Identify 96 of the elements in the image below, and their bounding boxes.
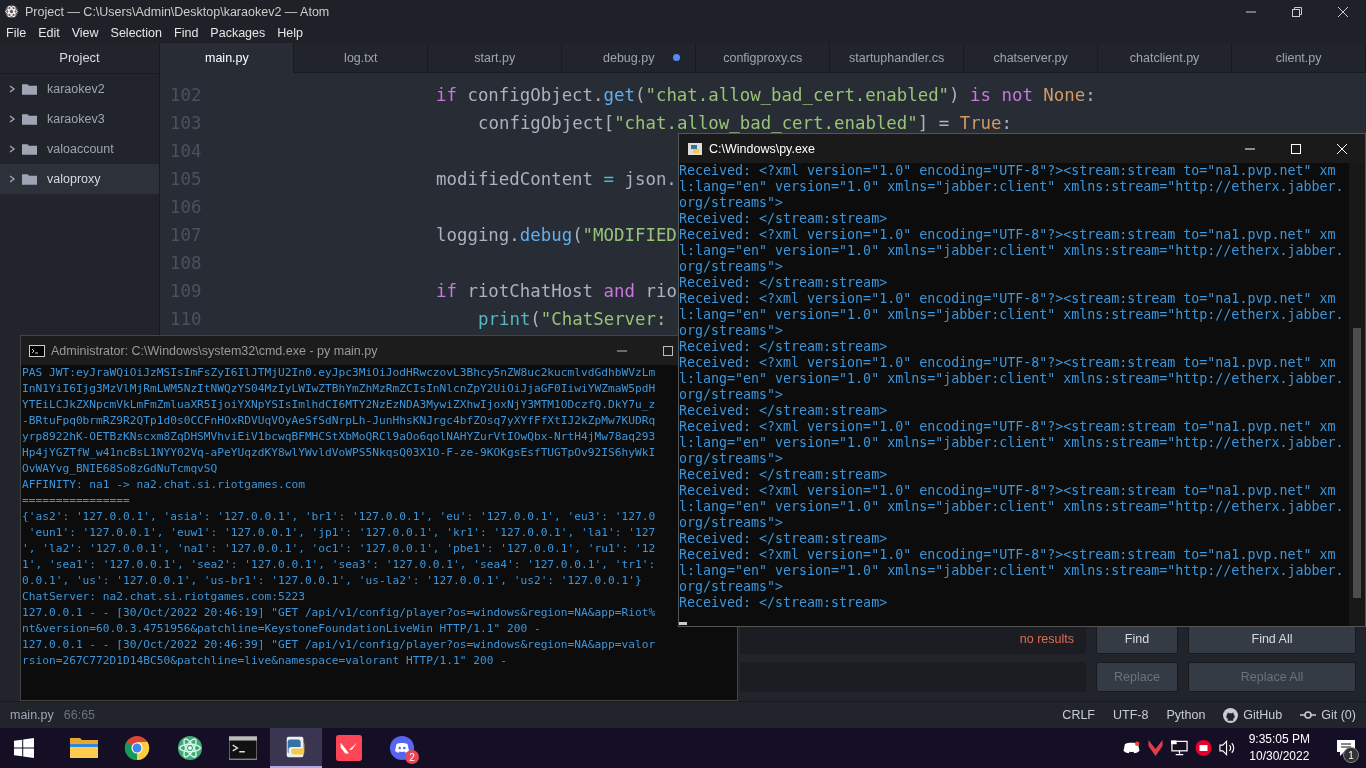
code-line: print("ChatServer:	[478, 309, 668, 329]
python-taskbar-button[interactable]	[270, 728, 322, 768]
network-icon[interactable]	[1170, 740, 1188, 756]
menu-item[interactable]: Help	[277, 26, 303, 40]
code-line: logging.debug("MODIFIED	[436, 225, 677, 245]
console-line: Received: <?xml version="1.0" encoding="UTF-8"?><stream:stream to="na1.pvp.net" xml:lang="en" version="1.0" xmlns="jabber:client" xmlns:stream="http://etherx.jabber.org/streams">	[679, 227, 1345, 275]
volume-icon[interactable]	[1218, 740, 1236, 756]
close-icon[interactable]	[1338, 6, 1348, 17]
v-logo-icon	[335, 735, 363, 761]
console-line: Received: </stream:stream>	[679, 339, 889, 355]
chevron-right-icon[interactable]	[8, 145, 16, 153]
file-name[interactable]: main.py	[10, 708, 54, 722]
code-line: configObject["chat.allow_bad_cert.enabled"] = True:	[478, 113, 1013, 133]
folder-item[interactable]: karaokev2	[0, 74, 159, 104]
discord-taskbar-button[interactable]: 2	[376, 728, 428, 768]
console-line: PAS JWT:eyJraWQiOiJzMSIsImFsZyI6IlJTMjU2In0.eyJpc3MiOiJodHRwczovL3Bhcy5nZW8uc2kucmlvdGdhbWVzLm	[22, 365, 656, 381]
console-line: Received: <?xml version="1.0" encoding="UTF-8"?><stream:stream to="na1.pvp.net" xml:lang="en" version="1.0" xmlns="jabber:client" xmlns:stream="http://etherx.jabber.org/streams">	[679, 419, 1345, 467]
console-line: YTEiLCJkZXNpcmVkLmFmZmluaXR5IjoiYXNpYSIsImlhdCI6MTY2NzEzNDA3MywiZXhwIjoxNjY3MTM1ODczfQ.DkY7u_z	[22, 397, 656, 413]
console-line: ================	[22, 493, 130, 509]
menu-item[interactable]: Packages	[210, 26, 266, 40]
console-line: Received: </stream:stream>	[679, 275, 889, 291]
scrollbar-thumb[interactable]	[1353, 328, 1361, 598]
console-line: ', 'la2': '127.0.0.1', 'na1': '127.0.0.1', 'oc1': '127.0.0.1', 'pbe1': '127.0.0.1', 'ru1': '12	[22, 541, 656, 557]
maximize-icon[interactable]	[663, 345, 673, 356]
console-line: InN1YiI6Ijg3MzVlMjRmLWM5NzItNWQzYS04MzIyLWIwZTBhYmZhMzRmZCIsInNlcnZpY2UiOiJjaGF0IiwiYWZmaW5pdH	[22, 381, 656, 397]
window-title: Project — C:\Users\Admin\Desktop\karaokev2 — Atom	[25, 4, 331, 19]
folder-item[interactable]: karaokev3	[0, 104, 159, 134]
console-line: nt&version=60.0.3.4751956&patchline=KeystoneFoundationLiveWin HTTP/1.1" 200 -	[22, 621, 541, 637]
console-line: Received: </stream:stream>	[679, 531, 889, 547]
console-line: yrp8922hK-OETBzKNscxm8ZqDHSMVhviEiV1bcwqBFMHCStXbMoQRCl9aOo6qolNAHYZurVtIOwQbx-NrtH4jMw78aq293	[22, 429, 656, 445]
chat-app-icon	[388, 735, 416, 761]
console-line: -BRtuFpq0brmRZ9R2QTp1d0s0CCFnHOxRDVUqVOyAeSfSdNrpLh-JunHhsKNJrgc4bfZOsq7yXYfFfXtIJ2kZpMw7KUDRq	[22, 413, 656, 429]
folder-icon	[22, 113, 37, 125]
console-line: Received: </stream:stream>	[679, 211, 889, 227]
git-button[interactable]: Git (0)	[1321, 708, 1356, 722]
chevron-right-icon[interactable]	[8, 115, 16, 123]
code-line: if configObject.get("chat.allow_bad_cert.enabled") is not None:	[436, 85, 1096, 105]
console-line: rsion=267C772D1D14BC50&patchline=live&namespace=valorant HTTP/1.1" 200 -	[22, 653, 507, 669]
github-button[interactable]: GitHub	[1243, 708, 1283, 722]
console-line: Received: </stream:stream>	[679, 595, 889, 611]
menu-item[interactable]: Edit	[38, 26, 60, 40]
atom-logo-icon	[4, 4, 19, 19]
notification-count: 1	[1343, 747, 1359, 763]
atom-icon	[176, 735, 204, 761]
status-item[interactable]: CRLF	[1062, 708, 1095, 722]
console-line: Received: </stream:stream>	[679, 403, 889, 419]
window-title: C:\Windows\py.exe	[709, 141, 817, 156]
panel-title: Project	[0, 43, 159, 74]
menu-item[interactable]: File	[6, 26, 27, 40]
console-line: AFFINITY: na1 -> na2.chat.si.riotgames.com	[22, 477, 305, 493]
chevron-right-icon[interactable]	[8, 175, 16, 183]
folder-icon	[22, 83, 37, 95]
valorant-tray-icon[interactable]	[1146, 740, 1164, 756]
notification-badge: 2	[405, 750, 419, 764]
console-line: Received: <?xml version="1.0" encoding="UTF-8"?><stream:stream to="na1.pvp.net" xml:lang="en" version="1.0" xmlns="jabber:client" xmlns:stream="http://etherx.jabber.org/streams">	[679, 163, 1345, 211]
folder-item[interactable]: valoproxy	[0, 164, 159, 194]
status-item[interactable]: UTF-8	[1113, 708, 1149, 722]
discord-tray-icon[interactable]	[1122, 740, 1140, 756]
console-line: 0.0.1', 'us': '127.0.0.1', 'us-br1': '127.0.0.1', 'us-la2': '127.0.0.1', 'us2': '127.0.0.1'}	[22, 573, 642, 589]
clock-time[interactable]: 9:35:05 PM	[1248, 731, 1310, 748]
folder-icon	[22, 173, 37, 185]
clock-date[interactable]: 10/30/2022	[1249, 748, 1310, 765]
console-line: Received: <?xml version="1.0" encoding="UTF-8"?><stream:stream to="na1.pvp.net" xml:lang="en" version="1.0" xmlns="jabber:client" xmlns:stream="http://etherx.jabber.org/streams">	[679, 355, 1345, 403]
terminal-icon	[229, 735, 257, 761]
console-line: 127.0.0.1 - - [30/Oct/2022 20:46:19] "GET /api/v1/config/player?os=windows&region=NA&app=Riot%	[22, 605, 656, 621]
console-line: 1', 'sea1': '127.0.0.1', 'sea2': '127.0.0.1', 'sea3': '127.0.0.1', 'sea4': '127.0.0.1', 'tr1':	[22, 557, 656, 573]
console-line: Received: <?xml version="1.0" encoding="UTF-8"?><stream:stream to="na1.pvp.net" xml:lang="en" version="1.0" xmlns="jabber:client" xmlns:stream="http://etherx.jabber.org/streams">	[679, 547, 1345, 595]
console-line: 'eun1': '127.0.0.1', 'euw1': '127.0.0.1', 'jp1': '127.0.0.1', 'kr1': '127.0.0.1', 'la1': '127	[27, 525, 656, 541]
git-commit-icon	[1300, 711, 1317, 719]
restore-icon[interactable]	[1292, 6, 1302, 17]
console-line: {'as2': '127.0.0.1', 'asia': '127.0.0.1', 'br1': '127.0.0.1', 'eu': '127.0.0.1', 'eu3': '127.0	[22, 509, 656, 525]
github-icon	[1223, 707, 1239, 723]
file-tab[interactable]: main.py	[160, 43, 295, 73]
menu-item[interactable]: Selection	[110, 26, 162, 40]
console-icon	[29, 344, 45, 357]
code-line: if riotChatHost and rio	[436, 281, 677, 301]
console-line: 127.0.0.1 - - [30/Oct/2022 20:46:39] "GET /api/v1/config/player?os=windows&region=NA&app=valor	[22, 637, 656, 653]
console-line: OvWAYvg_BNIE68So8zGdNuTcmqvSQ	[22, 461, 218, 477]
chevron-right-icon[interactable]	[8, 85, 16, 93]
console-line: Hp4jYGZTfW_w41ncBsL1NYY02Vq-aPeYUqzdKY8wlYWvldVoWPS5NkqsQ03X1O-F-ze-9KOKgsEsfTUGTpOv92IS6hyWkI	[22, 445, 656, 461]
console-line: Received: <?xml version="1.0" encoding="UTF-8"?><stream:stream to="na1.pvp.net" xml:lang="en" version="1.0" xmlns="jabber:client" xmlns:stream="http://etherx.jabber.org/streams">	[679, 483, 1345, 531]
console-line: Received: </stream:stream>	[679, 467, 889, 483]
folder-item[interactable]: valoaccount	[0, 134, 159, 164]
start-button[interactable]	[14, 738, 34, 758]
menu-item[interactable]: Find	[174, 26, 199, 40]
console-line: Received: <?xml version="1.0" encoding="UTF-8"?><stream:stream to="na1.pvp.net" xml:lang="en" version="1.0" xmlns="jabber:client" xmlns:stream="http://etherx.jabber.org/streams">	[679, 291, 1345, 339]
code-line: modifiedContent = json.	[436, 169, 677, 189]
window-title: Administrator: C:\Windows\system32\cmd.exe - py main.py	[51, 343, 379, 358]
menu-item[interactable]: View	[71, 26, 99, 40]
folder-icon	[22, 143, 37, 155]
folder-icon	[70, 735, 98, 761]
browser-icon	[123, 735, 151, 761]
console-line: ChatServer: na2.chat.si.riotgames.com:5223	[22, 589, 305, 605]
python-icon	[687, 140, 703, 157]
app-tray-icon[interactable]	[1194, 740, 1212, 756]
status-item[interactable]: Python	[1166, 708, 1206, 722]
